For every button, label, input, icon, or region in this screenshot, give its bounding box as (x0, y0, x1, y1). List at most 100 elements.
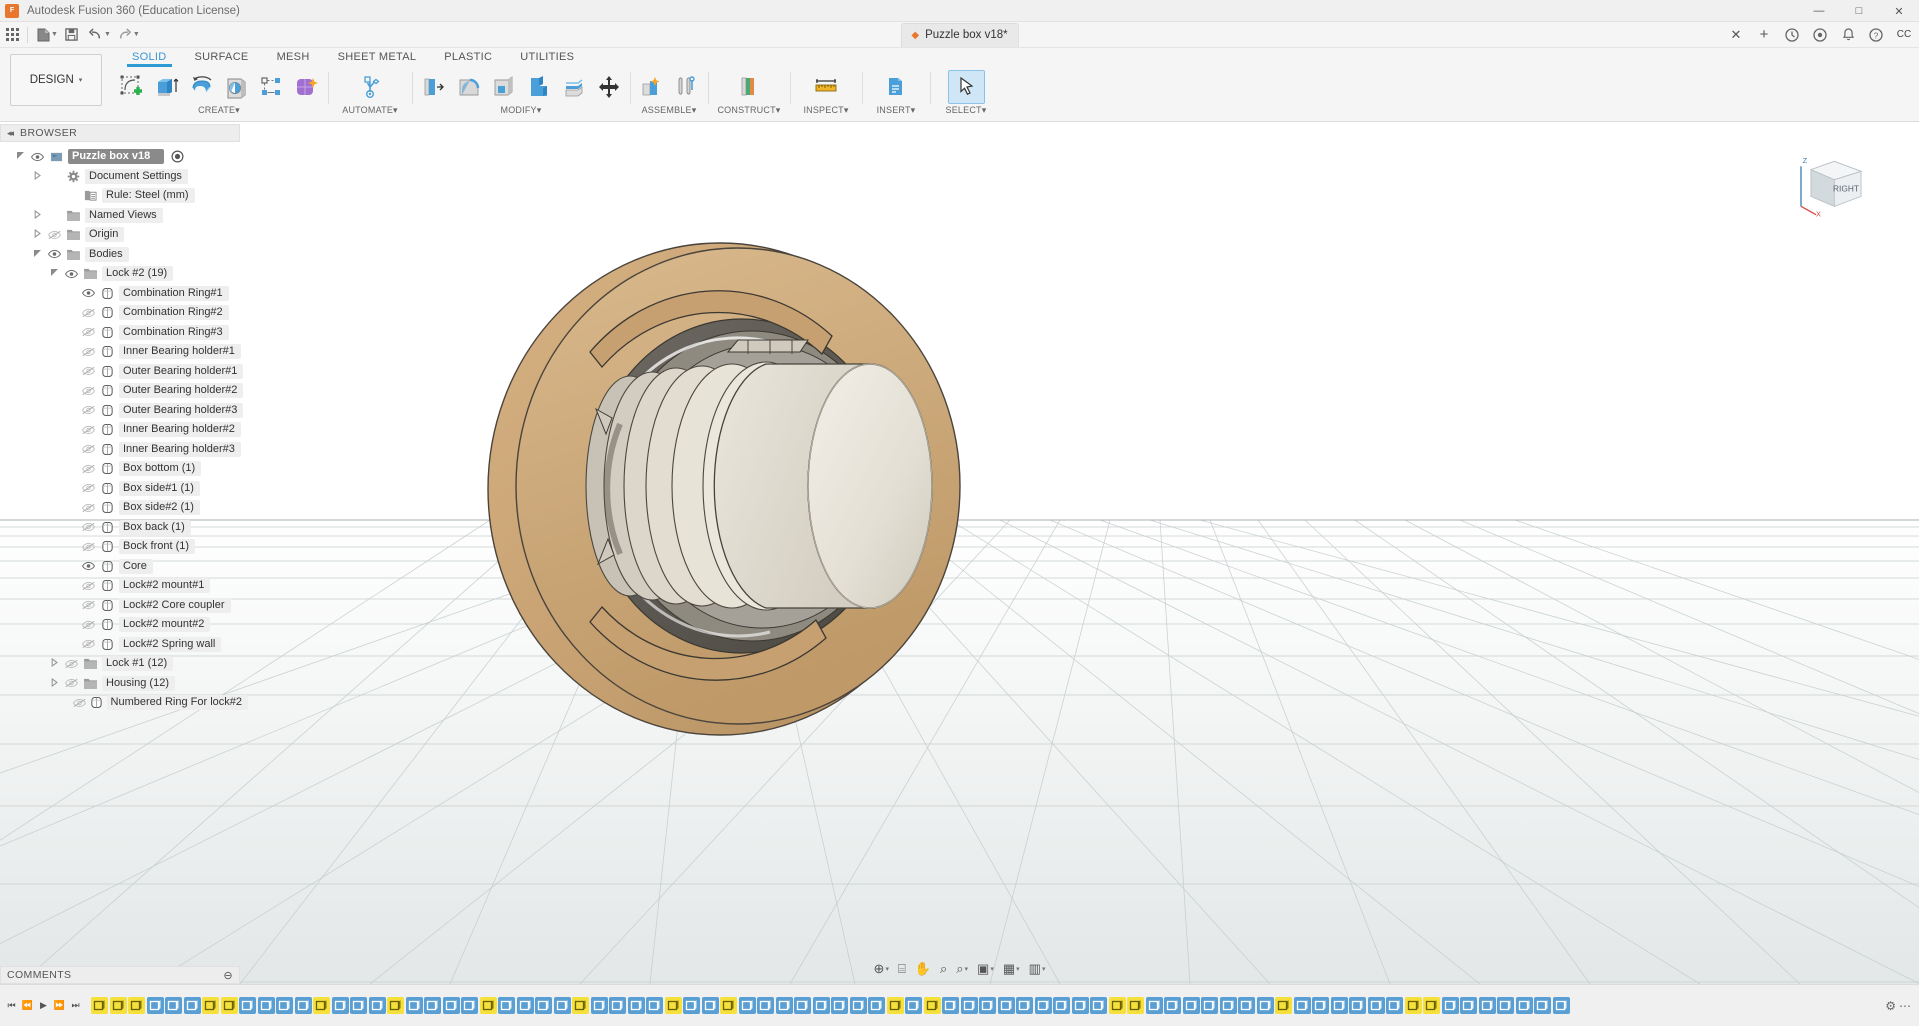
timeline-feature[interactable] (1053, 997, 1070, 1014)
timeline-feature[interactable] (1497, 997, 1514, 1014)
redo-chevron-down-icon[interactable]: ▼ (133, 31, 140, 38)
save-icon[interactable] (60, 23, 84, 47)
timeline-feature[interactable] (905, 997, 922, 1014)
timeline-feature[interactable] (887, 997, 904, 1014)
timeline-feature[interactable] (1460, 997, 1477, 1014)
timeline-feature[interactable] (591, 997, 608, 1014)
visibility-eye-off-icon[interactable] (81, 522, 96, 532)
chevron-down-icon[interactable]: ▾ (990, 965, 994, 973)
insert-derive-icon[interactable] (878, 70, 915, 104)
timeline-feature[interactable] (1183, 997, 1200, 1014)
maximize-button[interactable]: □ (1839, 0, 1879, 22)
add-tab-button[interactable]: + (1751, 23, 1777, 47)
tree-item[interactable]: Outer Bearing holder#2 (0, 381, 248, 401)
timeline-feature[interactable] (332, 997, 349, 1014)
visibility-eye-off-icon[interactable] (47, 230, 62, 240)
tree-item[interactable]: Puzzle box v18 (0, 147, 248, 167)
timeline-feature[interactable] (91, 997, 108, 1014)
help-icon[interactable]: ? (1863, 23, 1889, 47)
active-component-radio[interactable] (171, 150, 184, 163)
timeline-feature[interactable] (554, 997, 571, 1014)
comments-panel[interactable]: COMMENTS ⊖ (0, 966, 240, 984)
timeline-start-button[interactable]: ⏮ (4, 996, 19, 1016)
tab-plastic[interactable]: PLASTIC (430, 48, 506, 63)
timeline-feature[interactable] (461, 997, 478, 1014)
timeline-feature[interactable] (1553, 997, 1570, 1014)
tree-item[interactable]: Outer Bearing holder#1 (0, 362, 248, 382)
timeline-feature[interactable] (387, 997, 404, 1014)
timeline-feature[interactable] (1257, 997, 1274, 1014)
sphere-icon[interactable] (220, 70, 253, 104)
visibility-eye-off-icon[interactable] (81, 386, 96, 396)
move-copy-icon[interactable] (592, 70, 625, 104)
timeline-feature[interactable] (1368, 997, 1385, 1014)
timeline-settings-icon[interactable]: ⚙ (1885, 999, 1896, 1013)
timeline-feature[interactable] (1312, 997, 1329, 1014)
timeline-overflow-icon[interactable]: ⋯ (1899, 999, 1911, 1013)
tree-item[interactable]: Lock#2 Core coupler (0, 596, 248, 616)
visibility-eye-icon[interactable] (47, 249, 62, 259)
tree-item[interactable]: Core (0, 557, 248, 577)
comments-settings-icon[interactable]: ⊖ (223, 969, 233, 982)
visibility-eye-off-icon[interactable] (81, 308, 96, 318)
timeline-feature[interactable] (1534, 997, 1551, 1014)
draft-icon[interactable] (522, 70, 555, 104)
tree-item[interactable]: Box side#2 (1) (0, 498, 248, 518)
timeline-feature[interactable] (276, 997, 293, 1014)
timeline-feature[interactable] (406, 997, 423, 1014)
visibility-eye-off-icon[interactable] (81, 503, 96, 513)
create-sketch-icon[interactable] (115, 70, 148, 104)
timeline-prev-button[interactable]: ⏪ (20, 996, 35, 1016)
tree-item[interactable]: Combination Ring#2 (0, 303, 248, 323)
timeline-feature[interactable] (868, 997, 885, 1014)
visibility-eye-off-icon[interactable] (81, 444, 96, 454)
timeline-feature[interactable] (979, 997, 996, 1014)
timeline-feature[interactable] (1331, 997, 1348, 1014)
visibility-eye-off-icon[interactable] (81, 581, 96, 591)
chevron-down-icon[interactable]: ▾ (1042, 965, 1046, 973)
tab-close-icon[interactable]: ✕ (1723, 23, 1749, 47)
timeline-feature[interactable] (1035, 997, 1052, 1014)
chevron-collapsed-icon[interactable] (31, 229, 43, 240)
group-label-automate[interactable]: AUTOMATE▾ (342, 105, 398, 116)
document-tab[interactable]: ◆ Puzzle box v18* (900, 23, 1018, 47)
timeline-feature[interactable] (443, 997, 460, 1014)
group-label-create[interactable]: CREATE▾ (198, 105, 240, 116)
tree-item[interactable]: Origin (0, 225, 248, 245)
timeline-feature[interactable] (609, 997, 626, 1014)
new-component-icon[interactable] (635, 70, 668, 104)
timeline-feature[interactable] (998, 997, 1015, 1014)
timeline-feature[interactable] (702, 997, 719, 1014)
undo-chevron-down-icon[interactable]: ▼ (104, 31, 111, 38)
timeline-feature[interactable] (1386, 997, 1403, 1014)
chevron-collapsed-icon[interactable] (48, 658, 60, 669)
extrude-icon[interactable] (150, 70, 183, 104)
viewports-icon[interactable]: ▥▾ (1025, 958, 1050, 980)
chevron-expanded-icon[interactable] (31, 249, 43, 260)
visibility-eye-off-icon[interactable] (81, 405, 96, 415)
visibility-eye-off-icon[interactable] (81, 425, 96, 435)
offset-face-icon[interactable] (557, 70, 590, 104)
timeline-feature[interactable] (295, 997, 312, 1014)
timeline-feature[interactable] (813, 997, 830, 1014)
group-label-insert[interactable]: INSERT▾ (877, 105, 916, 116)
timeline-feature[interactable] (258, 997, 275, 1014)
visibility-eye-off-icon[interactable] (81, 366, 96, 376)
timeline-feature[interactable] (942, 997, 959, 1014)
tree-item[interactable]: Document Settings (0, 167, 248, 187)
visibility-eye-off-icon[interactable] (64, 678, 79, 688)
timeline-feature[interactable] (498, 997, 515, 1014)
tree-item[interactable]: Housing (12) (0, 674, 248, 694)
timeline-feature[interactable] (535, 997, 552, 1014)
tab-utilities[interactable]: UTILITIES (506, 48, 588, 63)
timeline-feature[interactable] (424, 997, 441, 1014)
timeline-feature[interactable] (961, 997, 978, 1014)
timeline-feature[interactable] (1109, 997, 1126, 1014)
timeline-feature[interactable] (313, 997, 330, 1014)
collapse-icon[interactable]: ◂◂ (7, 128, 12, 139)
timeline-feature[interactable] (628, 997, 645, 1014)
timeline-feature[interactable] (720, 997, 737, 1014)
timeline-feature[interactable] (1349, 997, 1366, 1014)
tree-item[interactable]: Combination Ring#3 (0, 323, 248, 343)
group-label-inspect[interactable]: INSPECT▾ (803, 105, 848, 116)
